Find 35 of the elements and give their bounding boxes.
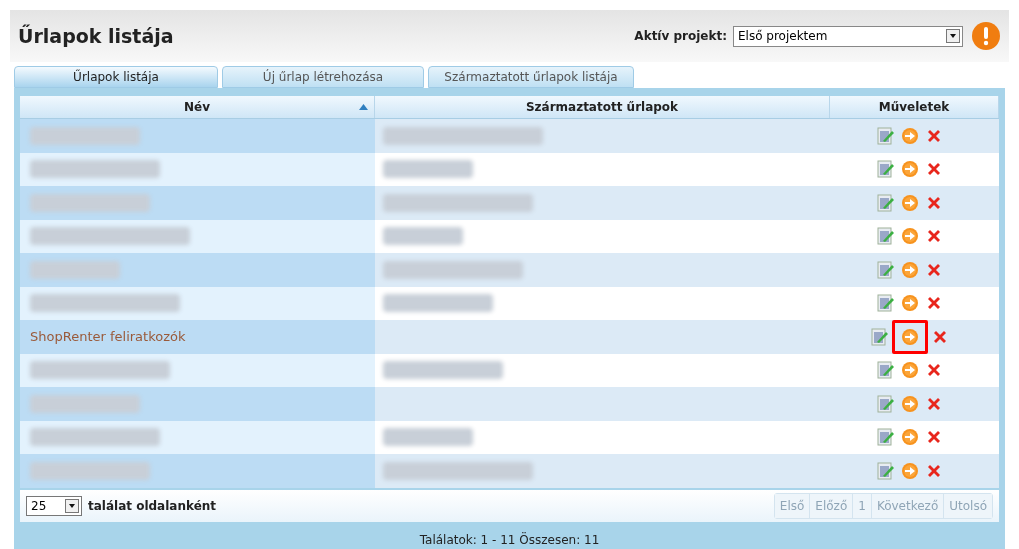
arrow-circle-icon[interactable] xyxy=(900,126,919,145)
arrow-circle-icon[interactable] xyxy=(900,193,919,212)
arrow-circle-icon[interactable] xyxy=(900,461,919,480)
arrow-circle-icon[interactable] xyxy=(900,160,919,179)
edit-icon[interactable] xyxy=(876,126,895,145)
page-title: Űrlapok listája xyxy=(18,23,175,49)
edit-icon[interactable] xyxy=(876,461,895,480)
arrow-circle-icon[interactable] xyxy=(900,260,919,279)
column-header[interactable]: Származtatott űrlapok xyxy=(375,96,830,118)
edit-icon[interactable] xyxy=(876,394,895,413)
edit-icon[interactable] xyxy=(876,428,895,447)
edit-icon[interactable] xyxy=(876,193,895,212)
arrow-circle-icon[interactable] xyxy=(900,394,919,413)
column-header[interactable]: Műveletek xyxy=(830,96,999,118)
page-size-select[interactable]: 25 xyxy=(26,495,82,516)
project-select[interactable]: Első projektem xyxy=(733,25,963,47)
edit-icon[interactable] xyxy=(870,327,889,346)
project-label: Aktív projekt: xyxy=(634,28,727,45)
tab[interactable]: Új űrlap létrehozása xyxy=(222,66,424,88)
edit-icon[interactable] xyxy=(876,227,895,246)
arrow-circle-icon[interactable] xyxy=(900,227,919,246)
edit-icon[interactable] xyxy=(876,294,895,313)
arrow-circle-icon[interactable] xyxy=(900,294,919,313)
edit-icon[interactable] xyxy=(876,160,895,179)
edit-icon[interactable] xyxy=(876,260,895,279)
arrow-circle-icon[interactable] xyxy=(900,428,919,447)
page-size-label: találat oldalanként xyxy=(88,497,218,515)
edit-icon[interactable] xyxy=(876,361,895,380)
results-summary: Találatok: 1 - 11 Összesen: 11 xyxy=(419,531,600,549)
column-header[interactable]: Név xyxy=(20,96,375,118)
tab[interactable]: Űrlapok listája xyxy=(14,66,218,88)
arrow-circle-icon[interactable] xyxy=(900,361,919,380)
arrow-circle-icon[interactable] xyxy=(900,327,919,346)
warning-icon[interactable] xyxy=(971,21,1001,51)
tab[interactable]: Származtatott űrlapok listája xyxy=(428,66,634,88)
